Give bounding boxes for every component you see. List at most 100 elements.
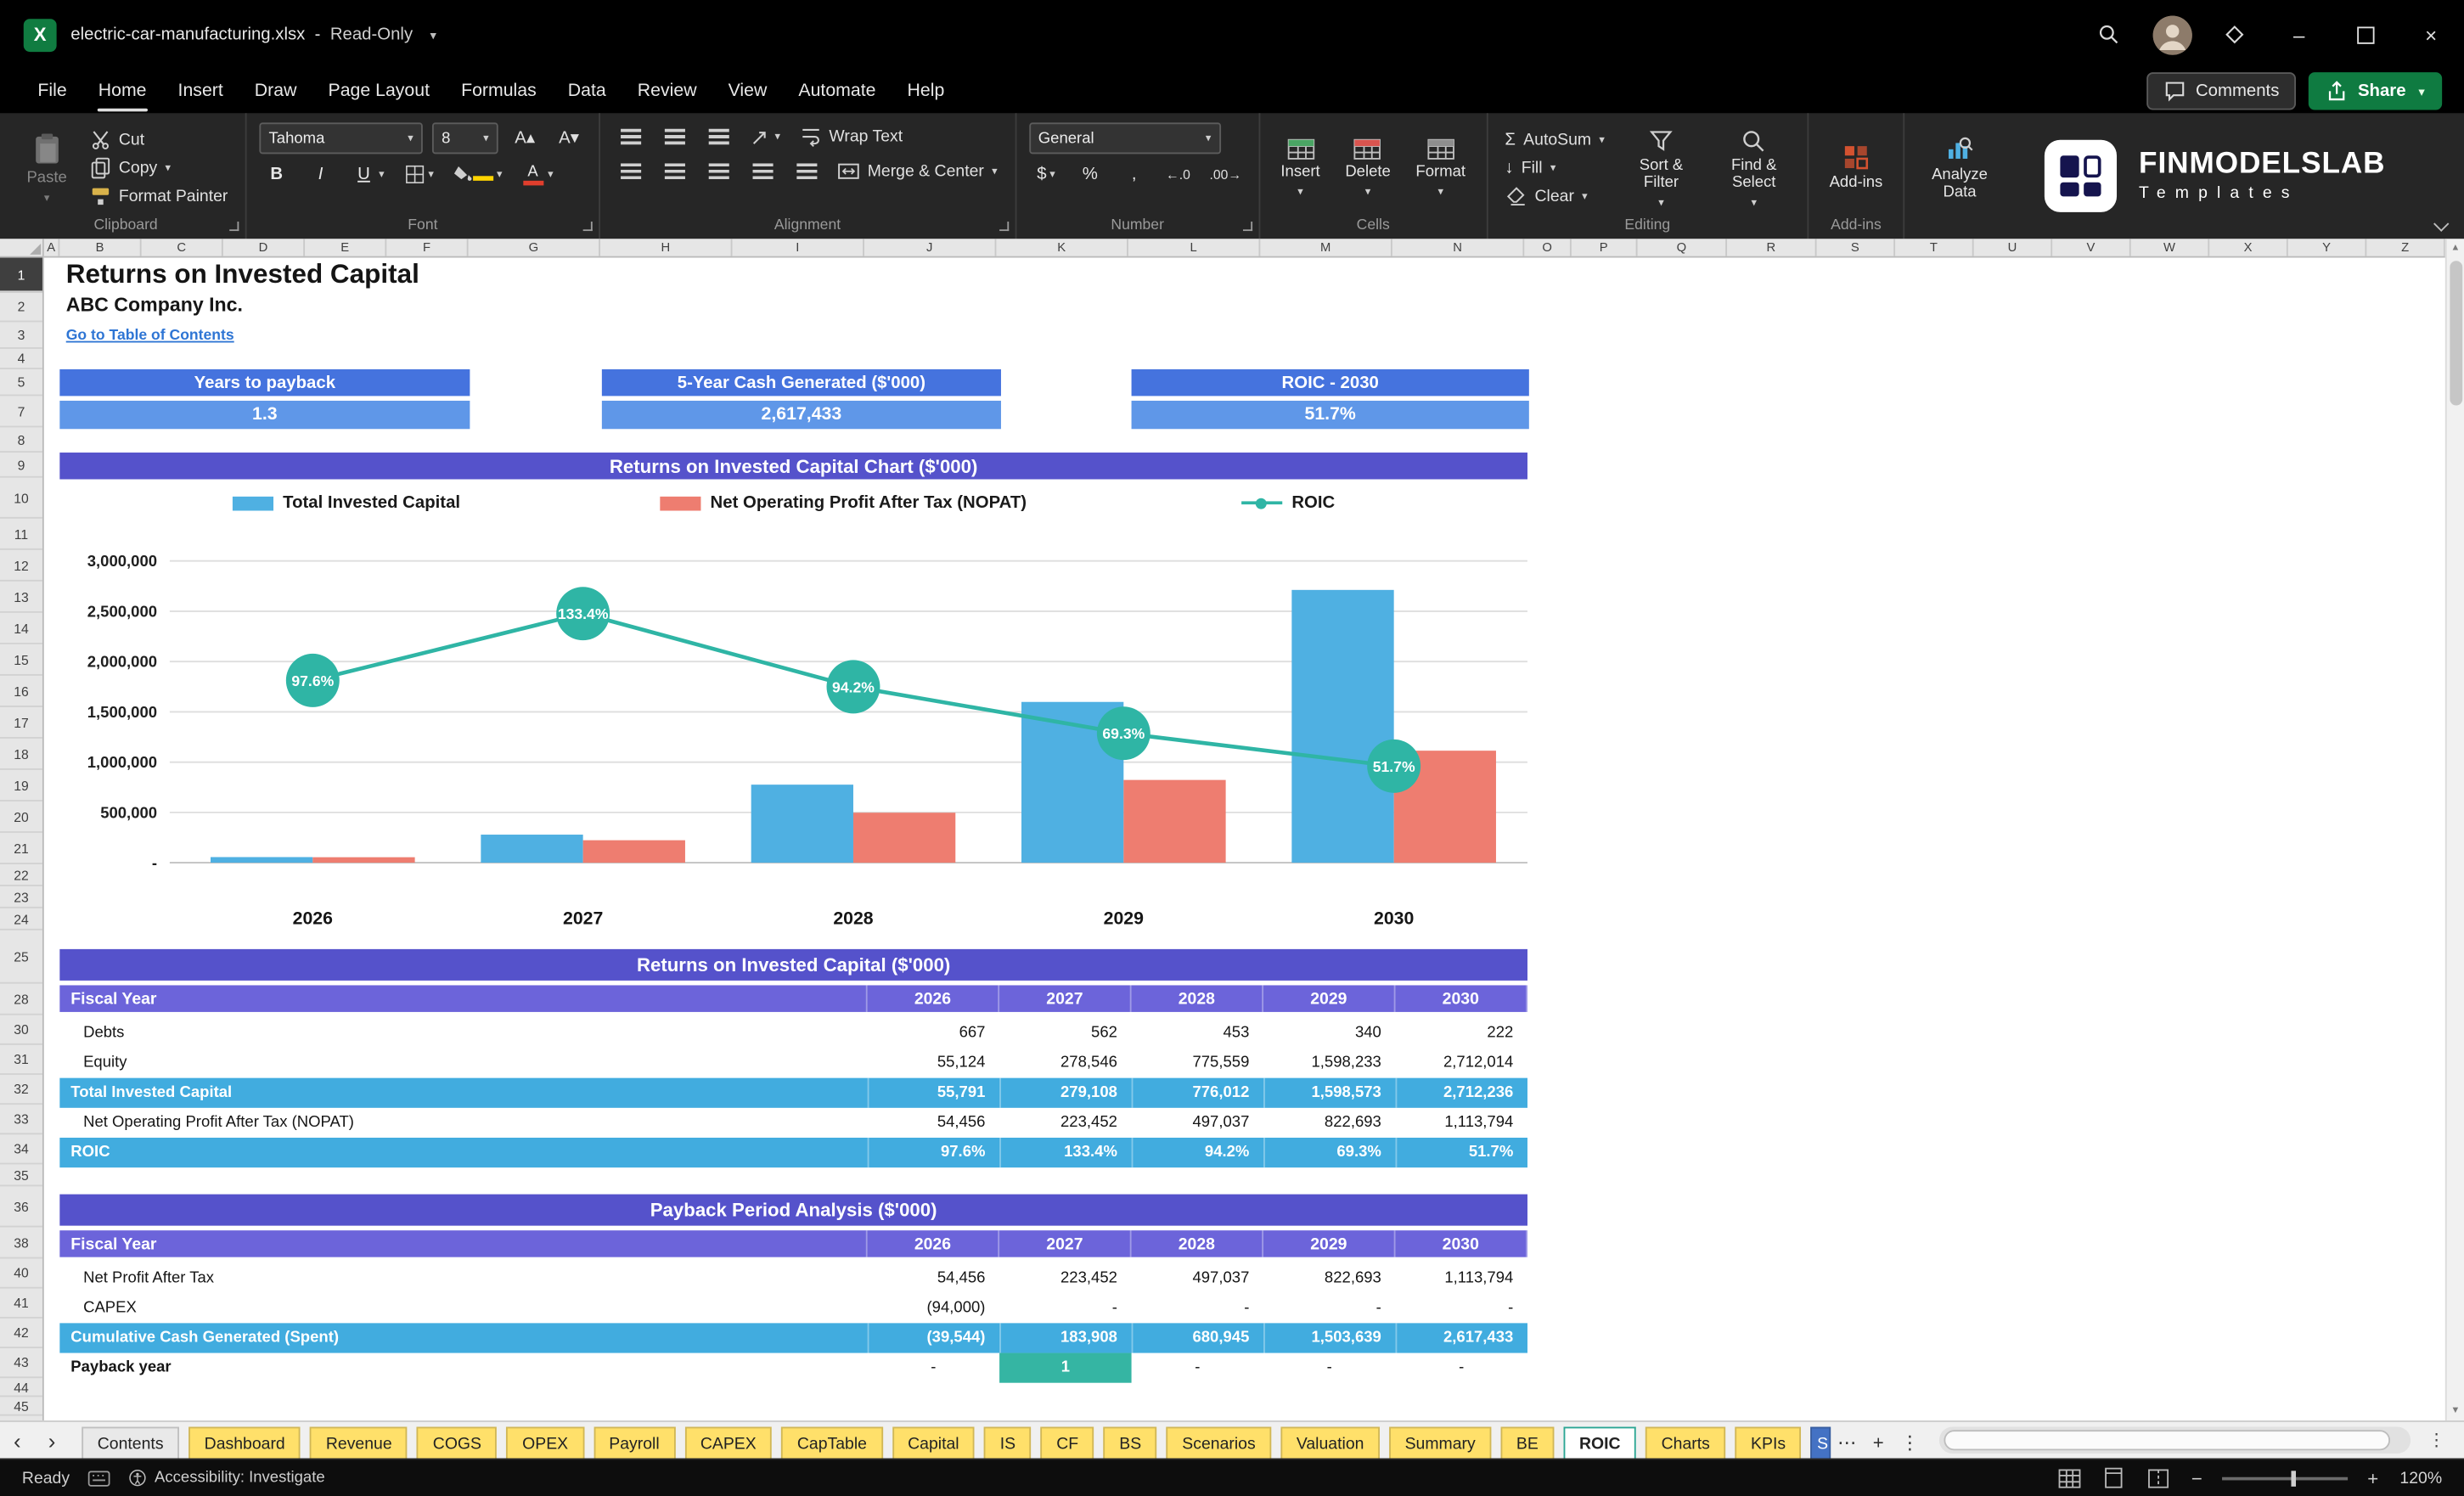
row-label-cell[interactable]: Debts [59, 1018, 867, 1048]
row-header-20[interactable]: 20 [0, 801, 42, 833]
value-cell[interactable]: 222 [1396, 1018, 1527, 1048]
zoom-level[interactable]: 120% [2398, 1469, 2442, 1488]
menu-help[interactable]: Help [892, 69, 960, 113]
table-column-header[interactable]: Fiscal Year [59, 1230, 868, 1257]
row-header-18[interactable]: 18 [0, 739, 42, 770]
value-cell[interactable]: 2,712,236 [1395, 1077, 1527, 1108]
value-cell[interactable]: 55,791 [867, 1077, 999, 1108]
tabbar-resize-handle[interactable]: ⋮ [2427, 1430, 2444, 1450]
fill-button[interactable]: ↓ Fill ▾ [1500, 155, 1610, 181]
normal-view-button[interactable] [2056, 1465, 2084, 1491]
number-format-select[interactable]: General ▾ [1028, 122, 1221, 155]
menu-page-layout[interactable]: Page Layout [312, 69, 446, 113]
value-cell[interactable]: - [999, 1293, 1131, 1323]
tabs-scroll-left-button[interactable]: ‹ [0, 1422, 35, 1459]
value-cell[interactable]: 51.7% [1395, 1137, 1527, 1168]
row-header-7[interactable]: 7 [0, 396, 42, 428]
find-select-button[interactable]: Find & Select ▾ [1713, 122, 1795, 213]
sheet-tab-cf[interactable]: CF [1040, 1426, 1094, 1459]
value-cell[interactable]: 97.6% [867, 1137, 999, 1168]
horizontal-scroll-thumb[interactable] [1944, 1430, 2391, 1451]
sheet-tab-contents[interactable]: Contents [82, 1426, 180, 1459]
menu-insert[interactable]: Insert [162, 69, 239, 113]
row-header-35[interactable]: 35 [0, 1164, 42, 1187]
value-cell[interactable]: 776,012 [1131, 1077, 1263, 1108]
column-header-H[interactable]: H [600, 239, 733, 256]
value-cell[interactable]: - [1396, 1293, 1527, 1323]
value-cell[interactable]: 822,693 [1263, 1263, 1395, 1293]
column-header-W[interactable]: W [2131, 239, 2210, 256]
row-header-19[interactable]: 19 [0, 770, 42, 801]
value-cell[interactable]: 453 [1132, 1018, 1263, 1048]
column-header-A[interactable]: A [44, 239, 60, 256]
close-button[interactable]: × [2398, 0, 2464, 69]
value-cell[interactable]: 279,108 [999, 1077, 1131, 1108]
value-cell[interactable]: - [868, 1353, 999, 1383]
row-label-cell[interactable]: Cumulative Cash Generated (Spent) [59, 1323, 867, 1353]
more-sheets-button[interactable]: ⋯ [1831, 1427, 1863, 1459]
value-cell[interactable]: 775,559 [1132, 1048, 1263, 1077]
value-cell[interactable]: 680,945 [1131, 1323, 1263, 1353]
row-header-40[interactable]: 40 [0, 1258, 42, 1289]
value-cell[interactable]: 223,452 [999, 1263, 1131, 1293]
row-header-38[interactable]: 38 [0, 1227, 42, 1259]
column-header-L[interactable]: L [1128, 239, 1261, 256]
page-layout-view-button[interactable] [2100, 1465, 2128, 1491]
font-family-select[interactable]: Tahoma ▾ [259, 122, 423, 155]
value-cell[interactable]: 2,617,433 [1395, 1323, 1527, 1353]
table-column-header[interactable]: 2029 [1263, 985, 1396, 1012]
zoom-slider[interactable] [2222, 1470, 2349, 1486]
fill-color-button[interactable]: ▾ [448, 160, 507, 188]
column-header-P[interactable]: P [1572, 239, 1638, 256]
value-cell[interactable]: 1,113,794 [1396, 1263, 1527, 1293]
sheet-tab-dashboard[interactable]: Dashboard [188, 1426, 301, 1459]
value-cell[interactable]: 1 [999, 1353, 1132, 1383]
row-header-31[interactable]: 31 [0, 1045, 42, 1075]
column-header-I[interactable]: I [732, 239, 864, 256]
sort-filter-button[interactable]: Sort & Filter ▾ [1619, 122, 1704, 213]
insert-cells-button[interactable]: Insert ▾ [1273, 122, 1328, 213]
column-header-Y[interactable]: Y [2288, 239, 2367, 256]
row-header-45[interactable]: 45 [0, 1397, 42, 1416]
scroll-down-icon[interactable]: ▼ [2450, 1402, 2460, 1420]
row-header-8[interactable]: 8 [0, 427, 42, 453]
decrease-decimal-button[interactable]: .00→ [1205, 160, 1246, 188]
row-header-30[interactable]: 30 [0, 1015, 42, 1045]
row-header-11[interactable]: 11 [0, 519, 42, 550]
sheet-tab-valuation[interactable]: Valuation [1280, 1426, 1380, 1459]
value-cell[interactable]: (94,000) [868, 1293, 999, 1323]
menu-file[interactable]: File [22, 69, 82, 113]
sheet-tab-charts[interactable]: Charts [1645, 1426, 1726, 1459]
paste-button[interactable]: Paste ▾ [19, 122, 75, 213]
value-cell[interactable]: 2,712,014 [1396, 1048, 1527, 1077]
row-header-28[interactable]: 28 [0, 984, 42, 1015]
column-header-X[interactable]: X [2209, 239, 2288, 256]
row-header-44[interactable]: 44 [0, 1378, 42, 1398]
page-break-view-button[interactable] [2143, 1465, 2171, 1491]
row-header-16[interactable]: 16 [0, 676, 42, 707]
share-button[interactable]: Share ▾ [2309, 72, 2443, 110]
percent-format-button[interactable]: % [1072, 160, 1107, 188]
value-cell[interactable]: 1,598,233 [1263, 1048, 1395, 1077]
wrap-text-button[interactable]: Wrap Text [795, 123, 908, 149]
align-right-button[interactable] [701, 157, 736, 185]
column-header-J[interactable]: J [864, 239, 997, 256]
menu-home[interactable]: Home [82, 69, 162, 113]
menu-view[interactable]: View [712, 69, 783, 113]
clipboard-dialog-launcher[interactable] [229, 221, 239, 232]
excel-app-icon[interactable]: X [23, 18, 57, 52]
keyboard-icon[interactable] [88, 1470, 111, 1486]
sheet-tab-roic[interactable]: ROIC [1563, 1426, 1637, 1459]
value-cell[interactable]: 497,037 [1132, 1263, 1263, 1293]
row-header-9[interactable]: 9 [0, 453, 42, 478]
copy-button[interactable]: Copy ▾ [84, 155, 233, 181]
underline-button[interactable]: U ▾ [347, 160, 389, 188]
value-cell[interactable]: 69.3% [1263, 1137, 1395, 1168]
sheet-tab-be[interactable]: BE [1500, 1426, 1555, 1459]
menu-review[interactable]: Review [622, 69, 712, 113]
align-middle-button[interactable] [657, 122, 692, 150]
row-header-32[interactable]: 32 [0, 1075, 42, 1105]
align-center-button[interactable] [657, 157, 692, 185]
zoom-out-button[interactable]: − [2187, 1467, 2206, 1489]
row-label-cell[interactable]: ROIC [59, 1138, 867, 1167]
